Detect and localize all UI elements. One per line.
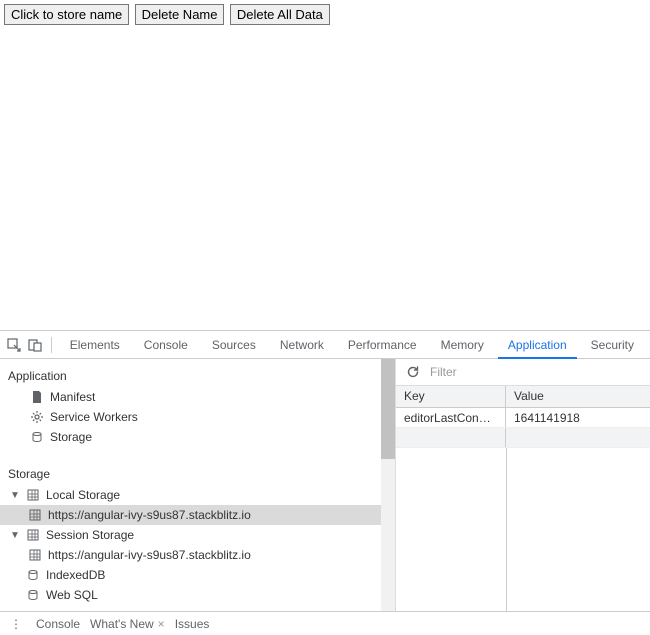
section-application: Application	[0, 365, 381, 387]
cell-key: editorLastConnec...	[396, 408, 506, 427]
delete-name-button[interactable]: Delete Name	[135, 4, 225, 25]
devtools-panel: Elements Console Sources Network Perform…	[0, 330, 650, 635]
sidebar-item-websql[interactable]: Web SQL	[0, 585, 381, 605]
delete-all-button[interactable]: Delete All Data	[230, 4, 330, 25]
drawer-tab-console[interactable]: Console	[36, 617, 80, 631]
application-sidebar: Application Manifest Service Workers	[0, 359, 381, 611]
tab-performance[interactable]: Performance	[338, 331, 427, 359]
sidebar-item-label: Manifest	[50, 390, 95, 404]
table-row[interactable]: editorLastConnec... 1641141918	[396, 408, 650, 428]
database-icon	[26, 589, 40, 601]
sidebar-item-label: https://angular-ivy-s9us87.stackblitz.io	[48, 508, 251, 522]
sidebar-item-storage[interactable]: Storage	[0, 427, 381, 447]
sidebar-item-label: Service Workers	[50, 410, 138, 424]
filter-input[interactable]	[430, 362, 642, 382]
grid-icon	[26, 489, 40, 501]
table-body	[396, 448, 650, 611]
sidebar-item-label: Local Storage	[46, 488, 120, 502]
sidebar-item-service-workers[interactable]: Service Workers	[0, 407, 381, 427]
gear-icon	[30, 411, 44, 423]
tab-network[interactable]: Network	[270, 331, 334, 359]
drawer-tab-whats-new[interactable]: What's New ×	[90, 617, 165, 631]
devtools-main: Application Manifest Service Workers	[0, 359, 650, 611]
close-icon[interactable]: ×	[158, 617, 165, 631]
column-divider[interactable]	[506, 448, 507, 611]
document-icon	[30, 391, 44, 403]
sidebar-item-indexeddb[interactable]: IndexedDB	[0, 565, 381, 585]
sidebar-item-session-storage-origin[interactable]: https://angular-ivy-s9us87.stackblitz.io	[0, 545, 381, 565]
detail-toolbar	[396, 359, 650, 386]
sidebar-container: Application Manifest Service Workers	[0, 359, 396, 611]
sidebar-item-label: Web SQL	[46, 588, 98, 602]
sidebar-item-local-storage-origin[interactable]: https://angular-ivy-s9us87.stackblitz.io	[0, 505, 381, 525]
sidebar-item-local-storage[interactable]: ▼ Local Storage	[0, 485, 381, 505]
table-header: Key Value	[396, 386, 650, 408]
tab-memory[interactable]: Memory	[431, 331, 494, 359]
expand-arrow-icon[interactable]: ▼	[10, 490, 20, 501]
expand-arrow-icon[interactable]: ▼	[10, 530, 20, 541]
tab-security[interactable]: Security	[581, 331, 644, 359]
refresh-icon[interactable]	[404, 363, 422, 381]
sidebar-item-label: IndexedDB	[46, 568, 105, 582]
inspect-element-icon[interactable]	[6, 335, 22, 355]
grid-icon	[28, 509, 42, 521]
devtools-drawer: ⋮ Console What's New × Issues	[0, 611, 650, 635]
page-content: Click to store name Delete Name Delete A…	[0, 0, 650, 330]
sidebar-item-session-storage[interactable]: ▼ Session Storage	[0, 525, 381, 545]
storage-table: Key Value editorLastConnec... 1641141918	[396, 386, 650, 611]
grid-icon	[26, 529, 40, 541]
tab-application[interactable]: Application	[498, 331, 577, 359]
sidebar-item-label: Storage	[50, 430, 92, 444]
scrollbar-thumb[interactable]	[381, 359, 395, 459]
storage-detail: Key Value editorLastConnec... 1641141918	[396, 359, 650, 611]
cell-key	[396, 428, 506, 447]
device-toolbar-icon[interactable]	[26, 335, 42, 355]
sidebar-item-label: https://angular-ivy-s9us87.stackblitz.io	[48, 548, 251, 562]
tabbar-divider	[51, 337, 52, 353]
header-key[interactable]: Key	[396, 386, 506, 407]
drawer-tab-issues[interactable]: Issues	[175, 617, 210, 631]
section-storage: Storage	[0, 463, 381, 485]
drawer-tab-label: What's New	[90, 617, 154, 631]
sidebar-item-label: Session Storage	[46, 528, 134, 542]
cell-value: 1641141918	[506, 408, 650, 427]
sidebar-item-manifest[interactable]: Manifest	[0, 387, 381, 407]
drawer-menu-icon[interactable]: ⋮	[6, 617, 26, 631]
store-name-button[interactable]: Click to store name	[4, 4, 129, 25]
grid-icon	[28, 549, 42, 561]
cell-value	[506, 428, 650, 447]
tab-elements[interactable]: Elements	[60, 331, 130, 359]
sidebar-scrollbar[interactable]	[381, 359, 395, 611]
header-value[interactable]: Value	[506, 386, 650, 407]
tab-console[interactable]: Console	[134, 331, 198, 359]
devtools-tabbar: Elements Console Sources Network Perform…	[0, 331, 650, 359]
table-row-empty[interactable]	[396, 428, 650, 448]
database-icon	[26, 569, 40, 581]
database-icon	[30, 431, 44, 443]
tab-sources[interactable]: Sources	[202, 331, 266, 359]
